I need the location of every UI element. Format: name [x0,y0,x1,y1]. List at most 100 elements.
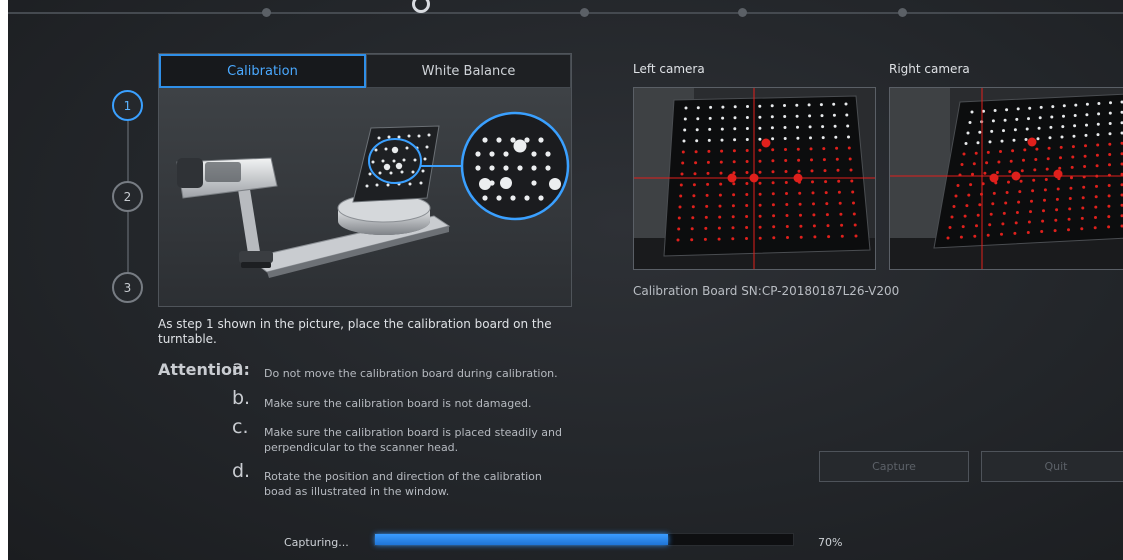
calibration-dot [946,236,950,240]
instruction-text: As step 1 shown in the picture, place th… [158,317,552,346]
calibration-dot [758,170,762,174]
capturing-label: Capturing... [284,536,349,549]
calibration-dot [820,114,824,118]
calibration-dot [704,215,708,219]
calibration-dot [1028,106,1032,110]
calibration-dot [1041,219,1045,223]
top-progress-line [8,12,1123,14]
calibration-dot [993,109,997,112]
calibration-dot [706,160,710,164]
calibration-dot [1062,114,1065,118]
calibration-dot [991,202,995,206]
capture-progress-fill [375,534,668,545]
calibration-dot [677,227,681,231]
calibration-dot [1109,101,1112,105]
calibration-dot [812,213,816,217]
calibration-dot [784,170,788,173]
quit-button[interactable]: Quit [981,451,1123,482]
calibration-dot [758,159,762,163]
calibration-dot [704,226,708,230]
calibration-dot [705,193,709,197]
calibration-dot [811,180,814,184]
calibration-dot [758,148,762,152]
calibration-dot [969,183,973,187]
calibration-dot [1038,116,1042,120]
calibration-dot [797,158,801,162]
calibration-dot [819,103,823,107]
calibration-dot [799,224,803,228]
calibration-dot [684,106,688,110]
capture-button[interactable]: Capture [819,451,969,482]
calibration-dot [745,193,749,196]
calibration-dot [679,194,683,198]
calibration-dot [1068,207,1072,211]
calibration-dot [731,215,735,219]
calibration-dot [783,137,787,140]
calibration-dot [785,203,789,206]
calibration-dot [851,190,855,194]
calibration-dot [798,191,802,195]
calibration-dot [785,214,789,217]
calibration-dot [808,114,812,118]
attention-letter: b. [232,387,251,409]
left-camera-view [633,87,876,270]
calibration-dot [809,136,812,140]
calibration-board [352,125,440,203]
calibration-dot [690,238,694,242]
calibration-dot [960,163,964,166]
calibration-dot [717,226,721,230]
scanner-head [177,158,203,188]
calibration-dot [966,131,970,135]
calibration-dot [967,193,971,197]
calibration-dot [838,201,842,205]
calibration-marker [1027,137,1037,147]
calibration-dot [821,125,825,129]
calibration-dot [1055,208,1059,212]
calibration-dot [1032,178,1036,182]
calibration-dot [772,225,776,229]
calibration-dot [954,194,958,198]
calibration-dot [853,223,857,227]
calibration-dot [825,202,829,206]
calibration-dot [733,138,737,142]
calibration-dot [758,214,762,218]
calibration-dot [694,150,698,154]
calibration-dot [822,147,826,151]
calibration-dot [721,116,725,120]
calibration-dot [825,213,829,217]
right-camera-label: Right camera [889,62,970,76]
calibration-dot [1097,112,1101,116]
tab-calibration[interactable]: Calibration [159,54,366,88]
calibration-dot [721,105,725,109]
calibration-dot [1002,129,1005,133]
calibration-dot [707,149,711,153]
calibration-dot [718,215,722,219]
tab-bar: Calibration White Balance [159,54,571,88]
calibration-dot [677,216,681,220]
calibration-dot [837,190,841,194]
calibration-dot [681,150,685,154]
calibration-dot [1002,211,1006,215]
calibration-dot [1095,164,1099,168]
stand-foot [239,251,273,263]
attention-text: Rotate the position and direction of the… [264,470,542,498]
calibration-dot [758,104,762,108]
calibration-dot [731,237,735,241]
calibration-marker [989,173,999,183]
calibration-dot [1060,135,1064,139]
calibration-dot [1013,128,1017,132]
calibration-dot [1096,122,1100,126]
calibration-dot [1043,198,1046,202]
calibration-dot [745,171,749,174]
calibration-dot [973,234,977,238]
step-3: 3 [112,272,143,303]
calibration-board-image [663,95,871,257]
calibration-dot [797,169,801,173]
calibration-dot [1073,114,1077,117]
tab-white-balance[interactable]: White Balance [366,54,571,88]
calibration-dot [758,126,762,130]
calibration-dot [1080,216,1084,220]
calibration-dot [745,138,749,141]
calibration-dot [1039,105,1043,109]
calibration-dot [1071,145,1075,149]
